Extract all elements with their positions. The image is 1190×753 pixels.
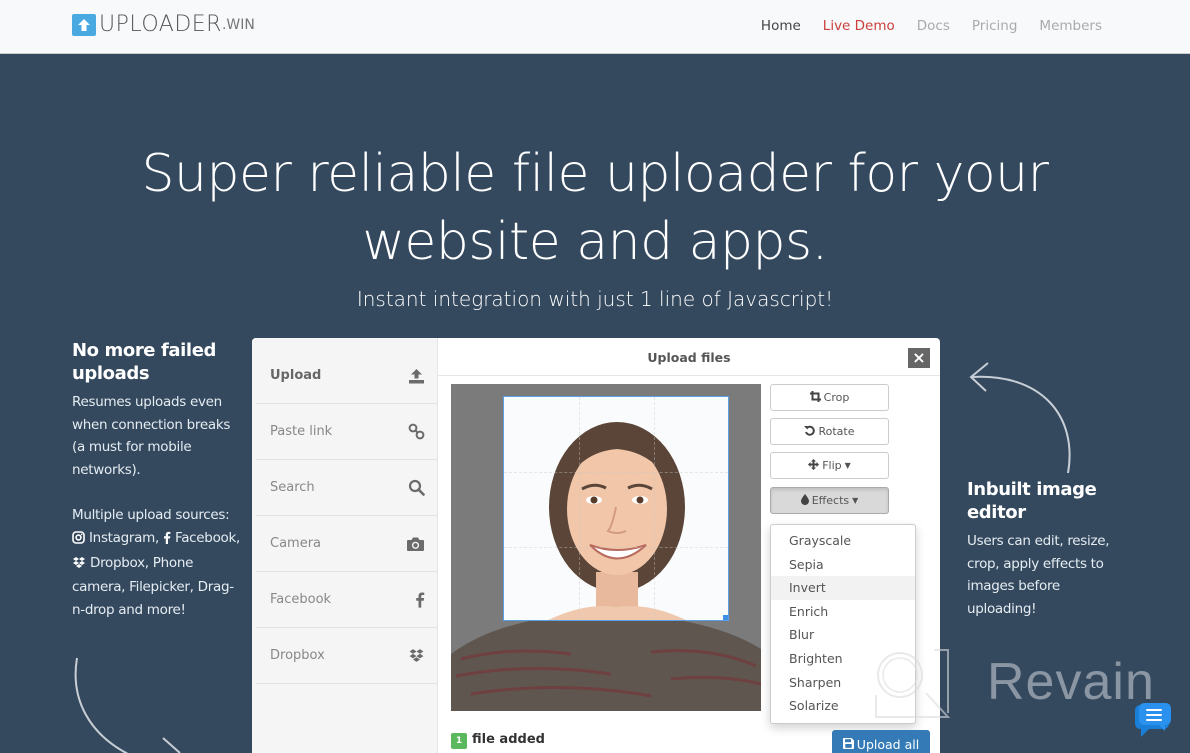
crop-grid-line	[504, 472, 728, 473]
upload-icon	[408, 368, 425, 384]
rotate-button[interactable]: Rotate	[770, 418, 889, 445]
rotate-icon	[804, 425, 816, 439]
nav-docs[interactable]: Docs	[917, 18, 950, 34]
effects-button[interactable]: Effects ▼	[770, 487, 889, 514]
nav-home[interactable]: Home	[761, 18, 801, 34]
widget-footer: 1 file added Upload all	[438, 728, 940, 753]
source-dropbox[interactable]: Dropbox	[256, 628, 437, 684]
feature-failed-uploads: No more failed uploads Resumes uploads e…	[72, 339, 242, 621]
feature-heading: No more failed uploads	[72, 340, 216, 384]
main-nav: Home Live Demo Docs Pricing Members	[739, 18, 1102, 34]
source-paste-link[interactable]: Paste link	[256, 404, 437, 460]
photo-face	[504, 397, 728, 620]
chat-icon[interactable]	[1129, 697, 1175, 743]
caret-down-icon: ▼	[852, 496, 859, 505]
caret-down-icon: ▼	[844, 461, 851, 470]
hero-subtitle: Instant integration with just 1 line of …	[356, 287, 834, 311]
effect-invert[interactable]: Invert	[771, 576, 915, 600]
file-count-badge: 1	[451, 733, 467, 749]
upload-all-label: Upload all	[856, 736, 920, 752]
feature-text: Users can edit, resize, crop, apply effe…	[967, 533, 1110, 617]
effect-sepia[interactable]: Sepia	[771, 553, 915, 577]
dropbox-icon	[72, 554, 86, 577]
crop-grid-line	[654, 397, 655, 620]
source-camera[interactable]: Camera	[256, 516, 437, 572]
source-label: Paste link	[270, 424, 333, 439]
facebook-icon	[415, 591, 425, 608]
crop-resize-handle[interactable]	[723, 615, 728, 620]
logo-suffix: .WIN	[221, 16, 255, 33]
source-label: Upload	[270, 368, 322, 383]
flip-label: Flip	[822, 459, 842, 472]
crop-icon	[809, 390, 821, 405]
crop-grid-line	[579, 397, 580, 620]
panel-title: Upload files	[647, 350, 731, 365]
upload-widget: Upload Paste link Search Camera Facebook…	[252, 338, 940, 753]
camera-icon	[406, 536, 425, 552]
effect-blur[interactable]: Blur	[771, 623, 915, 647]
source-label: Search	[270, 480, 315, 495]
hero-title-line1: Super reliable file uploader for your	[141, 144, 1049, 204]
upload-logo-icon	[72, 13, 96, 36]
logo[interactable]: UPLOADER .WIN	[72, 12, 255, 37]
crop-box[interactable]	[503, 396, 729, 621]
close-button[interactable]: ×	[908, 348, 930, 368]
source-sidebar: Upload Paste link Search Camera Facebook…	[252, 338, 438, 753]
panel-header: Upload files ×	[438, 338, 940, 376]
file-count-label: file added	[472, 732, 545, 747]
hero-title-line2: website and apps.	[362, 212, 828, 272]
source-upload[interactable]: Upload	[256, 348, 437, 404]
crop-label: Crop	[823, 391, 850, 404]
facebook-icon	[163, 529, 171, 552]
instagram-label: Instagram,	[89, 529, 159, 546]
hero-title: Super reliable file uploader for your we…	[0, 140, 1190, 276]
upload-all-button[interactable]: Upload all	[832, 730, 930, 753]
droplet-icon	[800, 493, 809, 508]
search-icon	[408, 479, 425, 496]
save-icon	[842, 737, 854, 752]
crop-button[interactable]: Crop	[770, 384, 889, 411]
sources-suffix: Dropbox, Phone camera, Filepicker, Drag-…	[72, 554, 234, 618]
effect-enrich[interactable]: Enrich	[771, 600, 915, 624]
source-search[interactable]: Search	[256, 460, 437, 516]
feature-text: Resumes uploads even when connection bre…	[72, 394, 231, 478]
curved-arrow-icon	[74, 657, 181, 753]
logo-text: UPLOADER	[99, 12, 222, 37]
nav-members[interactable]: Members	[1039, 18, 1102, 34]
revain-logo-icon	[875, 649, 951, 718]
sources-prefix: Multiple upload sources:	[72, 507, 230, 524]
link-icon	[408, 423, 425, 440]
feature-image-editor: Inbuilt image editor Users can edit, res…	[967, 478, 1127, 620]
source-label: Dropbox	[270, 648, 325, 663]
move-icon	[808, 458, 820, 473]
instagram-icon	[72, 529, 85, 552]
navbar: UPLOADER .WIN Home Live Demo Docs Pricing…	[0, 0, 1190, 54]
curved-arrow-icon	[969, 362, 1071, 474]
effects-label: Effects	[811, 494, 850, 507]
feature-sources-text: Multiple upload sources: Instagram, Face…	[72, 504, 242, 621]
editor-panel: Upload files × Crop Rotate Flip ▼ Effect…	[438, 338, 940, 753]
nav-live-demo[interactable]: Live Demo	[823, 18, 895, 34]
image-preview[interactable]	[451, 384, 761, 711]
dropbox-icon	[408, 648, 425, 663]
source-facebook[interactable]: Facebook	[256, 572, 437, 628]
source-label: Camera	[270, 536, 322, 551]
flip-button[interactable]: Flip ▼	[770, 452, 889, 479]
crop-grid-line	[504, 547, 728, 548]
rotate-label: Rotate	[818, 425, 855, 438]
effect-grayscale[interactable]: Grayscale	[771, 529, 915, 553]
source-label: Facebook	[270, 592, 332, 607]
facebook-label: Facebook,	[174, 529, 241, 546]
nav-pricing[interactable]: Pricing	[972, 18, 1018, 34]
